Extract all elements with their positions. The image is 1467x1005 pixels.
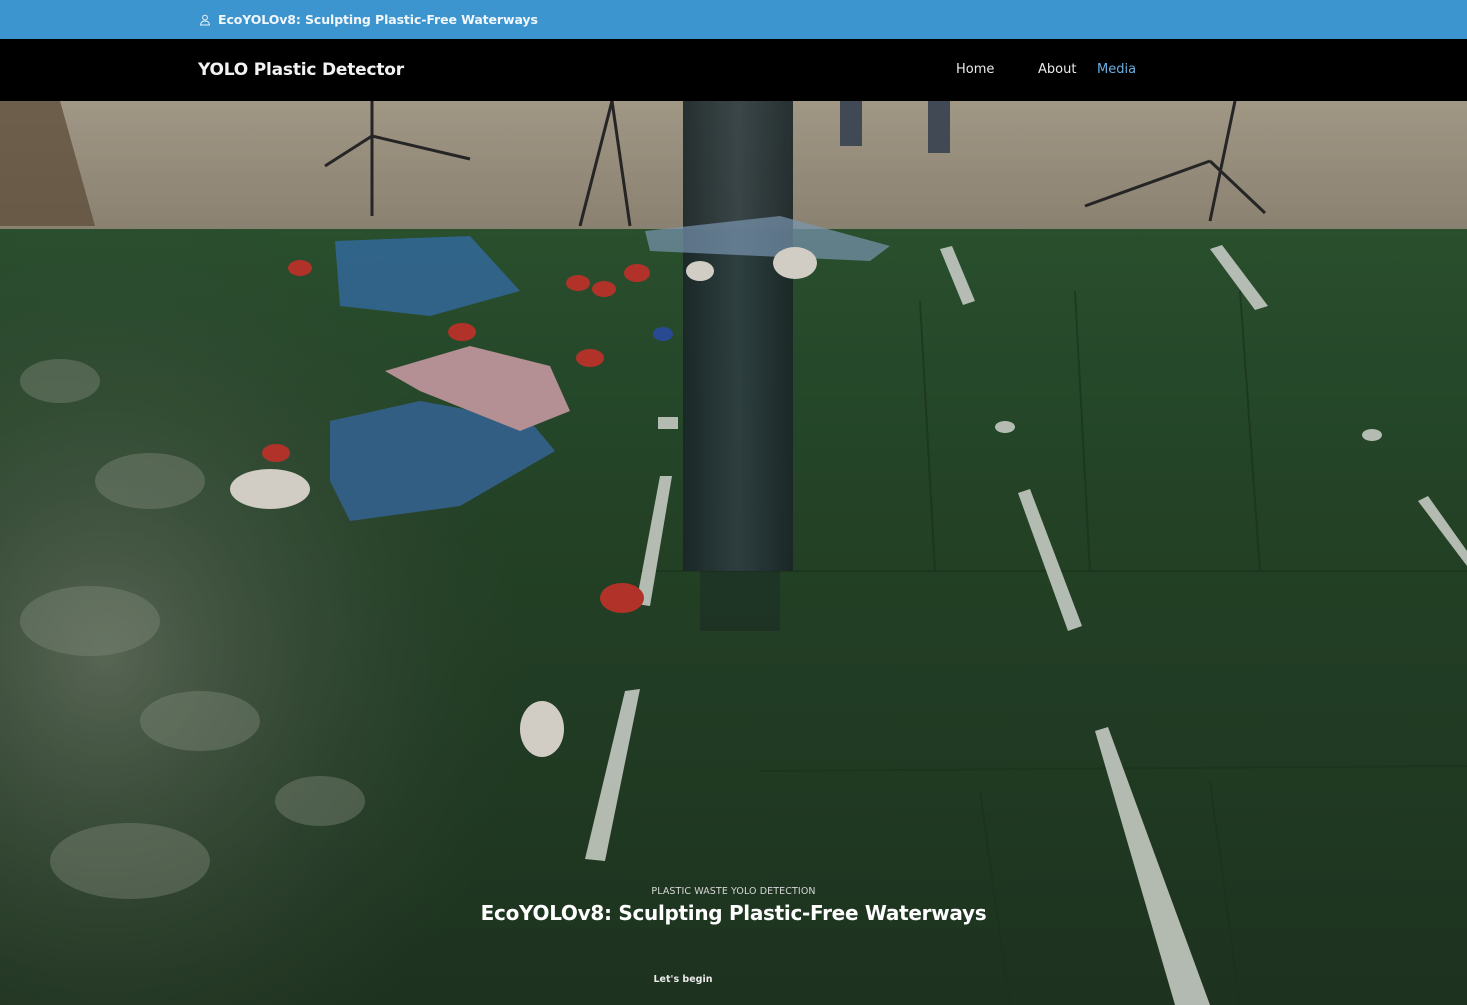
hero-dark-overlay	[0, 101, 1467, 1005]
hero-section: PLASTIC WASTE YOLO DETECTION EcoYOLOv8: …	[0, 101, 1467, 1005]
hero-eyebrow: PLASTIC WASTE YOLO DETECTION	[651, 886, 816, 897]
main-navbar: YOLO Plastic Detector Home About Media	[0, 39, 1467, 101]
top-info-bar: EcoYOLOv8: Sculpting Plastic-Free Waterw…	[0, 0, 1467, 39]
top-tagline: EcoYOLOv8: Sculpting Plastic-Free Waterw…	[218, 12, 538, 27]
nav-link-about[interactable]: About	[1038, 39, 1076, 101]
brand-logo-link[interactable]: YOLO Plastic Detector	[198, 39, 404, 101]
user-icon	[199, 14, 211, 25]
nav-link-media[interactable]: Media	[1097, 39, 1136, 101]
hero-title: EcoYOLOv8: Sculpting Plastic-Free Waterw…	[480, 901, 987, 925]
top-info-bar-content: EcoYOLOv8: Sculpting Plastic-Free Waterw…	[199, 0, 538, 39]
nav-link-home[interactable]: Home	[956, 39, 994, 101]
lets-begin-button[interactable]: Let's begin	[633, 970, 733, 990]
